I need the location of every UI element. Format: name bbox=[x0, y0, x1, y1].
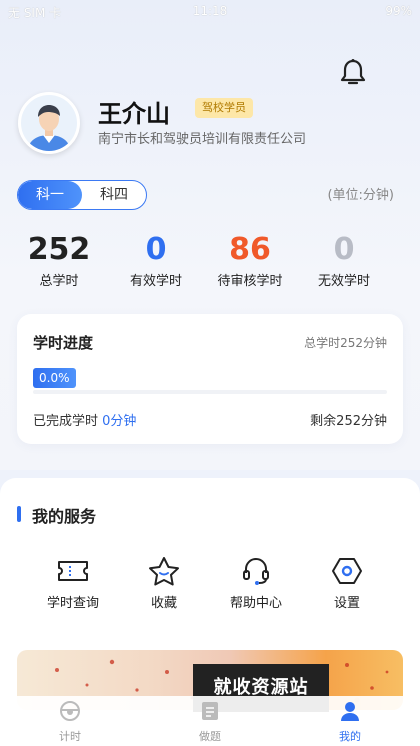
progress-title: 学时进度 bbox=[33, 334, 94, 352]
role-badge: 驾校学员 bbox=[195, 98, 253, 118]
service-settings[interactable]: 设置 bbox=[307, 556, 387, 611]
bottom-tab-bar: 计时 做题 我的 bbox=[0, 696, 420, 746]
tab-mine[interactable]: 我的 bbox=[310, 700, 390, 744]
stat-total-label: 总学时 bbox=[39, 274, 79, 289]
hexagon-settings-icon bbox=[332, 558, 362, 584]
progress-bar bbox=[33, 390, 387, 394]
tab-label: 做题 bbox=[199, 730, 221, 743]
remaining-hours: 剩余252分钟 bbox=[310, 414, 387, 429]
user-icon bbox=[341, 702, 359, 721]
ticket-icon bbox=[58, 561, 88, 581]
stat-invalid[interactable]: 0 无效学时 bbox=[299, 232, 389, 289]
tab-subject-four[interactable]: 科四 bbox=[82, 181, 146, 209]
stat-valid-label: 有效学时 bbox=[129, 274, 182, 289]
service-favorites[interactable]: 收藏 bbox=[124, 556, 204, 611]
stat-valid-value: 0 bbox=[145, 232, 167, 267]
progress-total: 总学时252分钟 bbox=[304, 336, 387, 350]
completed-value: 0分钟 bbox=[102, 414, 137, 429]
services-title: 我的服务 bbox=[32, 507, 97, 526]
service-help-center[interactable]: 帮助中心 bbox=[216, 556, 296, 611]
service-label: 设置 bbox=[333, 596, 360, 611]
progress-percent-chip: 0.0% bbox=[33, 368, 76, 388]
tab-subject-one[interactable]: 科一 bbox=[18, 181, 82, 209]
status-bar: 无 SIM 卡 11:18 99% bbox=[0, 0, 420, 24]
stat-pending[interactable]: 86 待审核学时 bbox=[205, 232, 295, 289]
service-label: 学时查询 bbox=[46, 596, 99, 611]
service-hours-query[interactable]: 学时查询 bbox=[33, 556, 113, 611]
completed-label: 已完成学时 bbox=[33, 414, 99, 429]
headset-icon bbox=[243, 558, 269, 585]
battery-label: 99% bbox=[385, 4, 412, 18]
tab-label: 计时 bbox=[59, 730, 81, 743]
stat-total-value: 252 bbox=[27, 232, 91, 267]
stat-valid[interactable]: 0 有效学时 bbox=[111, 232, 201, 289]
tab-exam[interactable]: 做题 bbox=[170, 700, 250, 744]
service-label: 帮助中心 bbox=[229, 596, 282, 611]
clock: 11:18 bbox=[192, 4, 228, 18]
stats-row: 252 总学时 0 有效学时 86 待审核学时 0 无效学时 bbox=[17, 232, 403, 292]
tab-timing[interactable]: 计时 bbox=[30, 700, 110, 744]
service-label: 收藏 bbox=[150, 596, 177, 611]
steering-wheel-icon bbox=[60, 701, 80, 721]
user-name: 王介山 bbox=[98, 100, 170, 128]
stat-pending-value: 86 bbox=[229, 232, 271, 267]
progress-card: 学时进度 总学时252分钟 0.0% 已完成学时 0分钟 剩余252分钟 bbox=[17, 314, 403, 444]
star-icon bbox=[149, 557, 179, 586]
section-accent-bar bbox=[17, 506, 21, 522]
company-name: 南宁市长和驾驶员培训有限责任公司 bbox=[98, 132, 307, 147]
stat-invalid-value: 0 bbox=[333, 232, 355, 267]
stat-pending-label: 待审核学时 bbox=[217, 274, 283, 289]
subject-tabs: 科一 科四 bbox=[17, 180, 147, 210]
stat-invalid-label: 无效学时 bbox=[317, 274, 370, 289]
completed-hours: 已完成学时 0分钟 bbox=[33, 410, 136, 429]
bell-icon[interactable] bbox=[337, 57, 369, 89]
avatar[interactable] bbox=[18, 92, 80, 154]
tab-label: 我的 bbox=[339, 730, 361, 743]
exam-icon bbox=[202, 702, 218, 720]
unit-label: (单位:分钟) bbox=[327, 188, 394, 203]
stat-total[interactable]: 252 总学时 bbox=[14, 232, 104, 289]
